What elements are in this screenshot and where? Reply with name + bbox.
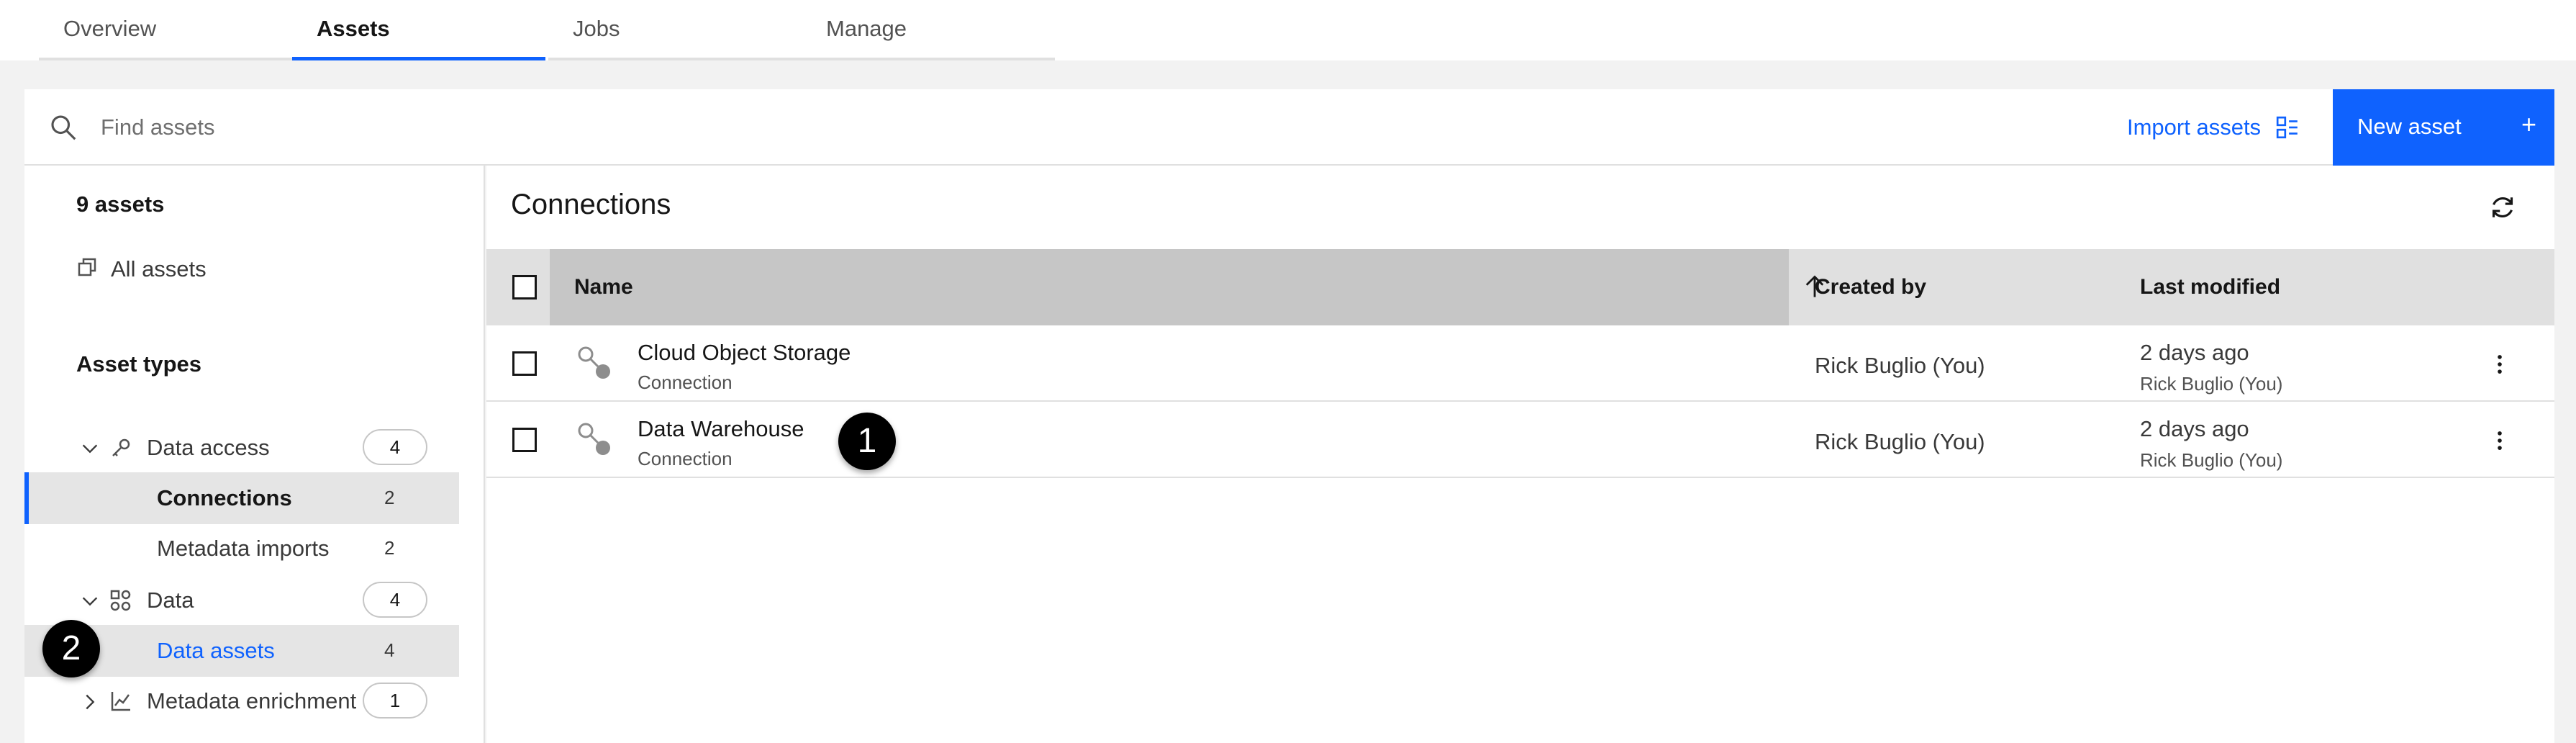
asset-type: Connection xyxy=(638,372,733,393)
new-asset-label: New asset xyxy=(2357,114,2462,139)
import-assets-label: Import assets xyxy=(2127,114,2262,140)
item-count: 2 xyxy=(384,487,395,508)
copy-icon xyxy=(78,258,96,276)
sidebar-item-connections[interactable]: Connections 2 xyxy=(24,472,459,524)
tab-label: Manage xyxy=(826,16,907,41)
key-icon xyxy=(112,438,130,456)
count-tag: 4 xyxy=(363,429,427,465)
chevron-down-icon[interactable] xyxy=(79,590,101,612)
asset-name-link[interactable]: Data Warehouse xyxy=(638,416,804,442)
column-header-last-modified[interactable]: Last modified xyxy=(2140,275,2280,300)
callout-2: 2 xyxy=(42,620,100,677)
overflow-menu-icon[interactable] xyxy=(2487,350,2513,379)
sidebar-item-label: Connections xyxy=(157,485,292,510)
import-assets-link[interactable]: Import assets xyxy=(2127,89,2300,166)
row-checkbox[interactable] xyxy=(512,428,537,452)
last-modified: 2 days ago xyxy=(2140,340,2249,365)
all-assets-link[interactable]: All assets xyxy=(111,256,207,282)
tab-label: Assets xyxy=(317,16,390,41)
tab-bar: Overview Assets Jobs Manage xyxy=(0,0,2576,60)
group-data-access[interactable]: Data access xyxy=(147,435,270,461)
group-metadata-enrichment[interactable]: Metadata enrichment xyxy=(147,688,356,714)
chart-icon xyxy=(111,692,130,711)
last-modified: 2 days ago xyxy=(2140,416,2249,441)
name-column-header[interactable]: Name xyxy=(550,249,1824,325)
group-data[interactable]: Data xyxy=(147,587,194,613)
table-header: Name Created by Last modified xyxy=(486,249,2554,325)
search-input[interactable] xyxy=(101,105,2044,150)
tab-overview[interactable]: Overview xyxy=(39,0,292,60)
item-count: 4 xyxy=(384,639,395,661)
count-tag: 4 xyxy=(363,582,427,618)
sidebar-item-label: Data assets xyxy=(157,638,275,663)
table-row[interactable]: Cloud Object Storage Connection Rick Bug… xyxy=(486,325,2554,402)
created-by: Rick Buglio (You) xyxy=(1815,353,1985,378)
tab-assets[interactable]: Assets xyxy=(292,0,545,60)
modified-by: Rick Buglio (You) xyxy=(2140,449,2283,471)
item-count: 2 xyxy=(384,537,395,559)
data-icon xyxy=(110,590,131,611)
refresh-icon[interactable] xyxy=(2488,193,2517,222)
assets-toolbar: Import assets New asset + xyxy=(24,89,2554,166)
column-header-created-by[interactable]: Created by xyxy=(1815,275,1926,300)
connection-icon xyxy=(578,346,610,379)
modified-by: Rick Buglio (You) xyxy=(2140,373,2283,395)
count-tag: 1 xyxy=(363,683,427,719)
page-title: Connections xyxy=(511,189,671,220)
tab-label: Overview xyxy=(63,16,157,41)
created-by: Rick Buglio (You) xyxy=(1815,429,1985,454)
callout-1: 1 xyxy=(838,413,896,470)
tab-label: Jobs xyxy=(573,16,620,41)
connection-icon xyxy=(578,423,610,455)
asset-types-heading: Asset types xyxy=(76,351,202,377)
table-row[interactable]: Data Warehouse Connection Rick Buglio (Y… xyxy=(486,402,2554,478)
selected-indicator xyxy=(24,472,29,524)
sidebar-item-metadata-imports[interactable]: Metadata imports xyxy=(157,536,330,562)
chevron-down-icon[interactable] xyxy=(79,438,101,459)
select-all-checkbox[interactable] xyxy=(512,275,537,300)
column-header-name: Name xyxy=(574,275,633,299)
new-asset-button[interactable]: New asset + xyxy=(2333,89,2554,166)
search-icon xyxy=(51,115,76,140)
chevron-right-icon[interactable] xyxy=(79,691,101,713)
connections-panel: Connections Name Created by Last modifie… xyxy=(486,166,2554,743)
plus-icon: + xyxy=(2521,109,2537,139)
import-icon xyxy=(2276,116,2298,139)
tab-jobs[interactable]: Jobs xyxy=(548,0,802,60)
asset-type: Connection xyxy=(638,448,733,469)
asset-name-link[interactable]: Cloud Object Storage xyxy=(638,340,851,366)
asset-count: 9 assets xyxy=(76,192,165,217)
tab-manage[interactable]: Manage xyxy=(802,0,1055,60)
row-checkbox[interactable] xyxy=(512,351,537,376)
overflow-menu-icon[interactable] xyxy=(2487,426,2513,455)
